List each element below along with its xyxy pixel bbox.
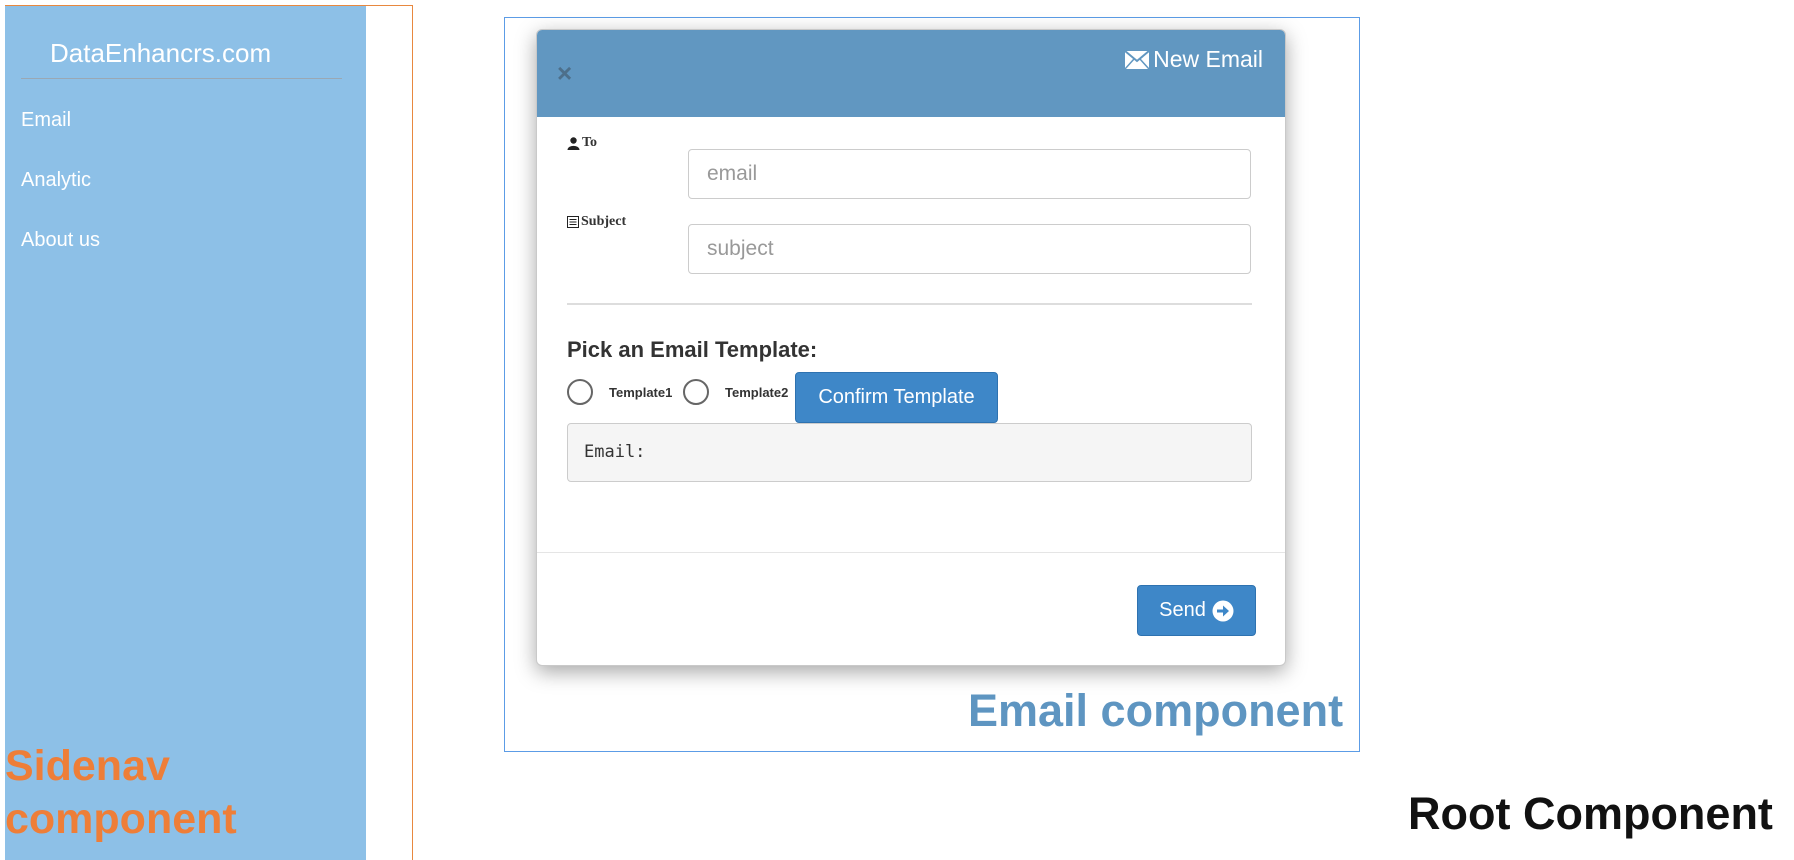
to-email-input[interactable] [688,149,1251,199]
sidenav-item-email[interactable]: Email [21,109,71,132]
modal-title-text: New Email [1153,46,1263,72]
template1-label: Template1 [609,385,673,400]
send-button-label: Send [1159,599,1206,621]
root-component-caption: Root Component [1408,788,1773,839]
to-label-text: To [582,135,598,150]
brand-divider [21,78,342,79]
sidenav-item-analytic[interactable]: Analytic [21,169,91,192]
modal-title: New Email [1125,46,1263,73]
modal-header: × New Email [537,30,1285,117]
arrow-circle-right-icon [1212,600,1234,621]
template1-radio[interactable] [567,379,593,405]
sidenav-caption-line1: Sidenav [5,742,170,790]
email-preview-box: Email: [567,423,1252,482]
send-button[interactable]: Send [1137,585,1256,636]
subject-label: Subject [567,214,626,230]
subject-input[interactable] [688,224,1251,274]
modal-footer-divider [537,552,1285,553]
template2-label: Template2 [725,385,789,400]
sidenav-component-caption: Sidenav component [5,740,237,846]
sidenav-caption-line2: component [5,795,237,843]
close-button[interactable]: × [557,58,572,89]
sidenav-item-about-us[interactable]: About us [21,229,100,252]
list-icon [567,216,579,228]
sidenav: DataEnhancrs.com Email Analytic About us [5,6,366,860]
brand-title: DataEnhancrs.com [50,38,272,68]
to-label: To [567,135,597,151]
email-component-caption: Email component [968,685,1344,736]
subject-label-text: Subject [581,214,627,229]
confirm-template-button[interactable]: Confirm Template [795,372,998,423]
new-email-modal: × New Email To Subject Pick an Ema [536,29,1286,666]
user-icon [567,136,580,150]
pick-template-label: Pick an Email Template: [567,337,818,362]
template2-radio[interactable] [683,379,709,405]
envelope-icon [1125,50,1150,69]
form-divider [567,303,1252,305]
